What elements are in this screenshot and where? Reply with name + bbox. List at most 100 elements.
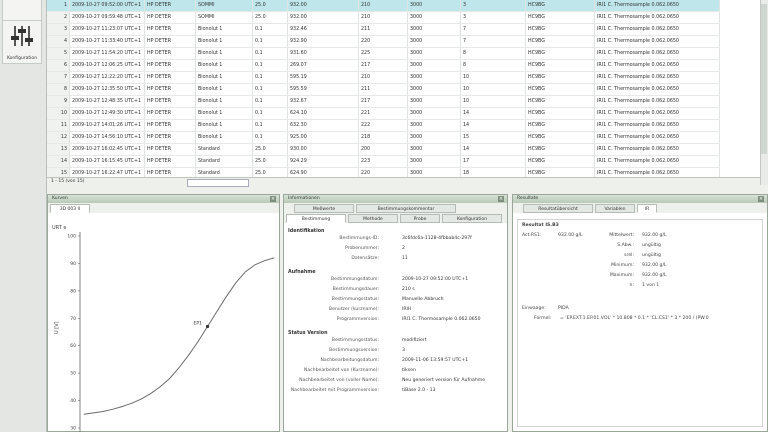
curve-point — [264, 260, 265, 262]
tab-determination[interactable]: Bestimmung — [286, 214, 346, 223]
row-index-cell: 12 — [47, 131, 70, 144]
table-cell: HC9BG — [525, 11, 595, 24]
table-cell: 3000 — [407, 35, 461, 48]
table-cell: 932.46 — [287, 23, 359, 36]
table-cell: 269.07 — [287, 59, 359, 72]
close-icon[interactable]: × — [758, 196, 764, 202]
tab-variables[interactable]: Variablen — [595, 204, 635, 213]
table-cell: 0.1 — [252, 23, 288, 36]
row-index-cell: 1 — [47, 0, 70, 12]
table-cell: 3000 — [407, 83, 461, 96]
endpoint-marker[interactable] — [205, 324, 210, 329]
table-cell: 932.00 — [287, 0, 359, 12]
footer-filter-box[interactable] — [187, 179, 249, 187]
table-row[interactable]: 5 2009-10-27 11:54:20 UTC+1 HP DETER Bionol… — [47, 47, 720, 60]
table-cell: IRI1 C. Thermosample 0.062.0650 — [594, 155, 720, 168]
table-cell: 220 — [358, 35, 408, 48]
table-row[interactable]: 12 2009-10-27 14:56:10 UTC+1 HP DETER Biono… — [47, 131, 720, 144]
configuration-tool-button[interactable]: Konfiguration — [2, 20, 42, 64]
table-cell: HP DETER — [144, 23, 196, 36]
result-title: Resultat IS.B3 — [522, 223, 559, 228]
table-cell: 211 — [358, 83, 408, 96]
info-key: Bestimmungsversion: — [329, 348, 379, 353]
info-row: Probenummer: 2 — [284, 246, 507, 256]
table-row[interactable]: 3 2009-10-27 11:23:07 UTC+1 HP DETER Bionol… — [47, 23, 720, 36]
table-row[interactable]: 10 2009-10-27 12:49:30 UTC+1 HP DETER Biono… — [47, 107, 720, 120]
info-value: 11 — [402, 256, 408, 261]
table-cell: Bionolut 1 — [195, 59, 253, 72]
curve-panel-header: Kurven × — [48, 195, 279, 203]
tab-configuration[interactable]: Konfiguration — [442, 214, 502, 223]
table-cell: 2009-10-27 09:59:48 UTC+1 — [69, 11, 145, 24]
info-key: Bestimmungs-ID: — [339, 236, 379, 241]
table-cell: 931.60 — [287, 47, 359, 60]
y-tick-label: 100 — [67, 234, 76, 240]
tab-measurements[interactable]: Meßwerte — [294, 204, 354, 213]
curve-point — [83, 413, 85, 415]
table-row[interactable]: 7 2009-10-27 12:22:20 UTC+1 HP DETER Bionol… — [47, 71, 720, 84]
tab-sample[interactable]: Probe — [400, 214, 440, 223]
row-count: 1 - 15 (von 15) — [51, 179, 85, 184]
table-cell: 3000 — [407, 143, 461, 156]
table-cell: 930.00 — [287, 143, 359, 156]
table-cell: 10 — [460, 83, 526, 96]
table-cell: 17 — [460, 155, 526, 168]
table-row[interactable]: 9 2009-10-27 12:48:35 UTC+1 HP DETER Bionol… — [47, 95, 720, 108]
table-cell: IRI1 C. Thermosample 0.062.0650 — [594, 11, 720, 24]
statistic-value: 932.00 g/L — [642, 263, 667, 268]
curve-point — [226, 295, 227, 297]
info-row: Bestimmungsdatum: 2009-10-27 09:52:00 UTC… — [284, 277, 507, 287]
table-cell: 15 — [460, 131, 526, 144]
result-name-left: Act.RS1: — [522, 233, 542, 238]
table-row[interactable]: 11 2009-10-27 14:01:26 UTC+1 HP DETER Biono… — [47, 119, 720, 132]
info-key: Probenummer: — [345, 246, 379, 251]
tab-curve[interactable]: 3D 003 II — [50, 204, 90, 213]
table-row[interactable]: 2 2009-10-27 09:59:48 UTC+1 HP DETER SOMMI 2… — [47, 11, 720, 24]
y-axis-name: U [V] — [54, 321, 60, 334]
table-row[interactable]: 1 2009-10-27 09:52:00 UTC+1 HP DETER SOMMI 2… — [47, 0, 720, 12]
table-row[interactable]: 8 2009-10-27 12:35:50 UTC+1 HP DETER Bionol… — [47, 83, 720, 96]
table-cell: IRI1 C. Thermosample 0.062.0650 — [594, 47, 720, 60]
scrollbar-thumb[interactable] — [761, 4, 767, 154]
tab-determination-comment[interactable]: Bestimmungskommentar — [356, 204, 456, 213]
curve-point — [235, 282, 237, 284]
tab-result-overview[interactable]: Resultatübersicht — [523, 204, 593, 213]
curve-point — [216, 311, 218, 312]
table-cell: 595.59 — [287, 83, 359, 96]
table-cell: HP DETER — [144, 107, 196, 120]
table-row[interactable]: 13 2009-10-27 16:02:45 UTC+1 HP DETER Stand… — [47, 143, 720, 156]
info-key: Bestimmungsdatum: — [331, 277, 379, 282]
table-cell: 0.1 — [252, 131, 288, 144]
table-cell: Bionolut 1 — [195, 71, 253, 84]
table-cell: 2009-10-27 12:48:35 UTC+1 — [69, 95, 145, 108]
table-row[interactable]: 6 2009-10-27 12:06:25 UTC+1 HP DETER Bionol… — [47, 59, 720, 72]
y-tick-label: 30 — [70, 426, 76, 432]
table-row[interactable]: 4 2009-10-27 11:33:40 UTC+1 HP DETER Bionol… — [47, 35, 720, 48]
close-icon[interactable]: × — [498, 196, 504, 202]
table-cell: HP DETER — [144, 0, 196, 12]
table-row[interactable]: 14 2009-10-27 16:15:45 UTC+1 HP DETER Stand… — [47, 155, 720, 168]
info-key: Datensätze: — [351, 256, 379, 261]
table-cell: 2009-10-27 11:33:40 UTC+1 — [69, 35, 145, 48]
table-cell: 210 — [358, 71, 408, 84]
statistic-label: Mittelwert: — [609, 233, 634, 238]
tab-method[interactable]: Methode — [348, 214, 398, 223]
curve-panel: Kurven × 3D 003 II URT e U [V] 100 90 80 70… — [47, 194, 280, 432]
table-cell: 210 — [358, 0, 408, 12]
result-box: Resultat IS.B3 Act.RS1: 932.00 g/L Mitte… — [517, 219, 763, 427]
curve-point — [197, 341, 199, 342]
info-value: 2009-11-06 13:59:57 UTC+1 — [402, 358, 469, 363]
configuration-tool-label: Konfiguration — [6, 56, 38, 61]
table-cell: 932.67 — [287, 95, 359, 108]
info-key: Nachbearbeitet von (voller Name): — [299, 378, 379, 383]
table-cell: 200 — [358, 143, 408, 156]
tab-ir[interactable]: IR — [637, 204, 657, 213]
info-panel-header: Informationen × — [284, 195, 507, 203]
info-row: Nachbearbeitet von (voller Name): Neu gen… — [284, 378, 507, 388]
table-cell: HP DETER — [144, 59, 196, 72]
row-index-cell: 14 — [47, 155, 70, 168]
table-cell: 2009-10-27 12:06:25 UTC+1 — [69, 59, 145, 72]
table-cell: 2009-10-27 16:15:45 UTC+1 — [69, 155, 145, 168]
table-cell: 0.1 — [252, 35, 288, 48]
close-icon[interactable]: × — [270, 196, 276, 202]
